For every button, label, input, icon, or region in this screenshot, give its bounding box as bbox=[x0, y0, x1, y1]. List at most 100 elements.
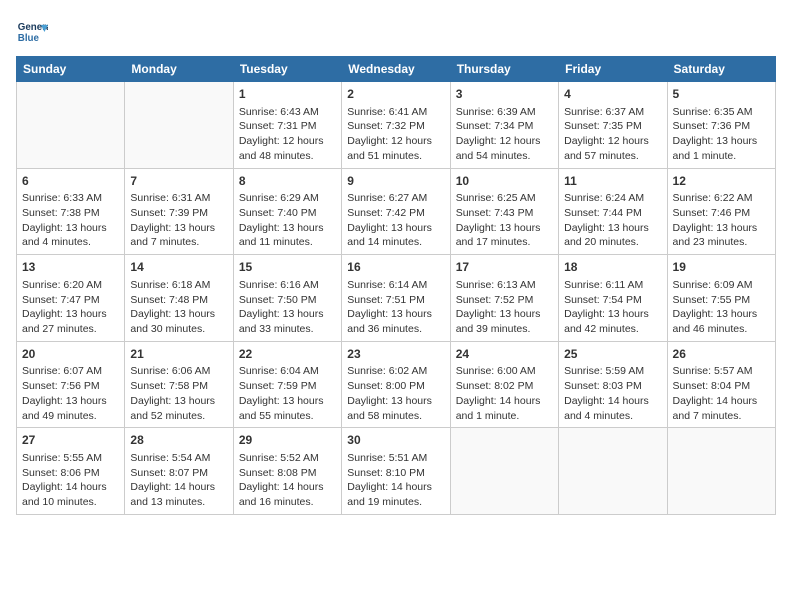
week-row-5: 27Sunrise: 5:55 AMSunset: 8:06 PMDayligh… bbox=[17, 428, 776, 515]
day-info: Daylight: 12 hours and 51 minutes. bbox=[347, 134, 444, 163]
calendar-cell: 21Sunrise: 6:06 AMSunset: 7:58 PMDayligh… bbox=[125, 341, 233, 428]
calendar-cell: 19Sunrise: 6:09 AMSunset: 7:55 PMDayligh… bbox=[667, 255, 775, 342]
calendar-cell: 25Sunrise: 5:59 AMSunset: 8:03 PMDayligh… bbox=[559, 341, 667, 428]
logo-icon: General Blue bbox=[16, 16, 48, 48]
day-info: Daylight: 14 hours and 16 minutes. bbox=[239, 480, 336, 509]
calendar-table: SundayMondayTuesdayWednesdayThursdayFrid… bbox=[16, 56, 776, 515]
day-info: Sunset: 8:02 PM bbox=[456, 379, 553, 394]
day-info: Sunset: 8:00 PM bbox=[347, 379, 444, 394]
day-info: Sunset: 7:51 PM bbox=[347, 293, 444, 308]
day-number: 1 bbox=[239, 86, 336, 103]
day-info: Sunset: 7:42 PM bbox=[347, 206, 444, 221]
day-info: Sunrise: 6:31 AM bbox=[130, 191, 227, 206]
day-number: 30 bbox=[347, 432, 444, 449]
day-info: Sunrise: 6:02 AM bbox=[347, 364, 444, 379]
calendar-cell: 24Sunrise: 6:00 AMSunset: 8:02 PMDayligh… bbox=[450, 341, 558, 428]
day-number: 3 bbox=[456, 86, 553, 103]
day-info: Sunrise: 5:59 AM bbox=[564, 364, 661, 379]
day-info: Sunset: 8:07 PM bbox=[130, 466, 227, 481]
day-info: Sunset: 7:44 PM bbox=[564, 206, 661, 221]
weekday-header-saturday: Saturday bbox=[667, 57, 775, 82]
day-number: 6 bbox=[22, 173, 119, 190]
calendar-cell: 26Sunrise: 5:57 AMSunset: 8:04 PMDayligh… bbox=[667, 341, 775, 428]
day-info: Sunrise: 5:51 AM bbox=[347, 451, 444, 466]
calendar-cell: 10Sunrise: 6:25 AMSunset: 7:43 PMDayligh… bbox=[450, 168, 558, 255]
day-info: Daylight: 12 hours and 57 minutes. bbox=[564, 134, 661, 163]
day-number: 13 bbox=[22, 259, 119, 276]
day-number: 5 bbox=[673, 86, 770, 103]
day-number: 23 bbox=[347, 346, 444, 363]
day-number: 12 bbox=[673, 173, 770, 190]
day-number: 10 bbox=[456, 173, 553, 190]
calendar-cell: 30Sunrise: 5:51 AMSunset: 8:10 PMDayligh… bbox=[342, 428, 450, 515]
day-info: Sunrise: 6:13 AM bbox=[456, 278, 553, 293]
day-info: Daylight: 13 hours and 27 minutes. bbox=[22, 307, 119, 336]
day-info: Daylight: 13 hours and 39 minutes. bbox=[456, 307, 553, 336]
day-info: Daylight: 13 hours and 7 minutes. bbox=[130, 221, 227, 250]
day-info: Sunset: 7:40 PM bbox=[239, 206, 336, 221]
day-info: Sunset: 7:54 PM bbox=[564, 293, 661, 308]
day-info: Daylight: 13 hours and 11 minutes. bbox=[239, 221, 336, 250]
day-info: Sunrise: 6:07 AM bbox=[22, 364, 119, 379]
day-info: Sunrise: 6:00 AM bbox=[456, 364, 553, 379]
calendar-cell: 23Sunrise: 6:02 AMSunset: 8:00 PMDayligh… bbox=[342, 341, 450, 428]
day-info: Daylight: 13 hours and 14 minutes. bbox=[347, 221, 444, 250]
day-info: Sunrise: 6:06 AM bbox=[130, 364, 227, 379]
day-number: 9 bbox=[347, 173, 444, 190]
calendar-cell: 15Sunrise: 6:16 AMSunset: 7:50 PMDayligh… bbox=[233, 255, 341, 342]
calendar-cell: 13Sunrise: 6:20 AMSunset: 7:47 PMDayligh… bbox=[17, 255, 125, 342]
day-info: Sunrise: 6:24 AM bbox=[564, 191, 661, 206]
logo: General Blue bbox=[16, 16, 52, 48]
day-info: Sunrise: 6:39 AM bbox=[456, 105, 553, 120]
day-info: Sunset: 7:36 PM bbox=[673, 119, 770, 134]
day-number: 7 bbox=[130, 173, 227, 190]
day-info: Sunrise: 6:14 AM bbox=[347, 278, 444, 293]
weekday-header-row: SundayMondayTuesdayWednesdayThursdayFrid… bbox=[17, 57, 776, 82]
day-info: Sunset: 7:34 PM bbox=[456, 119, 553, 134]
day-info: Sunrise: 6:04 AM bbox=[239, 364, 336, 379]
day-info: Sunrise: 6:33 AM bbox=[22, 191, 119, 206]
day-info: Sunset: 7:39 PM bbox=[130, 206, 227, 221]
day-number: 20 bbox=[22, 346, 119, 363]
day-info: Sunset: 8:04 PM bbox=[673, 379, 770, 394]
calendar-cell: 7Sunrise: 6:31 AMSunset: 7:39 PMDaylight… bbox=[125, 168, 233, 255]
day-info: Daylight: 13 hours and 4 minutes. bbox=[22, 221, 119, 250]
calendar-cell: 17Sunrise: 6:13 AMSunset: 7:52 PMDayligh… bbox=[450, 255, 558, 342]
day-number: 15 bbox=[239, 259, 336, 276]
day-info: Daylight: 14 hours and 13 minutes. bbox=[130, 480, 227, 509]
weekday-header-thursday: Thursday bbox=[450, 57, 558, 82]
weekday-header-friday: Friday bbox=[559, 57, 667, 82]
day-info: Daylight: 13 hours and 23 minutes. bbox=[673, 221, 770, 250]
weekday-header-wednesday: Wednesday bbox=[342, 57, 450, 82]
day-number: 21 bbox=[130, 346, 227, 363]
weekday-header-sunday: Sunday bbox=[17, 57, 125, 82]
day-info: Sunset: 7:56 PM bbox=[22, 379, 119, 394]
day-info: Sunrise: 5:57 AM bbox=[673, 364, 770, 379]
day-info: Sunset: 7:43 PM bbox=[456, 206, 553, 221]
day-number: 29 bbox=[239, 432, 336, 449]
calendar-cell: 9Sunrise: 6:27 AMSunset: 7:42 PMDaylight… bbox=[342, 168, 450, 255]
calendar-cell: 8Sunrise: 6:29 AMSunset: 7:40 PMDaylight… bbox=[233, 168, 341, 255]
week-row-3: 13Sunrise: 6:20 AMSunset: 7:47 PMDayligh… bbox=[17, 255, 776, 342]
day-info: Daylight: 13 hours and 17 minutes. bbox=[456, 221, 553, 250]
day-number: 19 bbox=[673, 259, 770, 276]
day-info: Sunset: 7:32 PM bbox=[347, 119, 444, 134]
day-info: Sunrise: 6:20 AM bbox=[22, 278, 119, 293]
day-number: 28 bbox=[130, 432, 227, 449]
day-number: 16 bbox=[347, 259, 444, 276]
day-info: Sunrise: 6:18 AM bbox=[130, 278, 227, 293]
calendar-cell bbox=[125, 82, 233, 169]
day-info: Sunset: 7:55 PM bbox=[673, 293, 770, 308]
day-info: Sunset: 7:59 PM bbox=[239, 379, 336, 394]
day-number: 11 bbox=[564, 173, 661, 190]
day-info: Daylight: 14 hours and 19 minutes. bbox=[347, 480, 444, 509]
day-info: Sunset: 7:31 PM bbox=[239, 119, 336, 134]
day-info: Daylight: 13 hours and 30 minutes. bbox=[130, 307, 227, 336]
day-number: 4 bbox=[564, 86, 661, 103]
day-number: 17 bbox=[456, 259, 553, 276]
week-row-4: 20Sunrise: 6:07 AMSunset: 7:56 PMDayligh… bbox=[17, 341, 776, 428]
calendar-cell: 28Sunrise: 5:54 AMSunset: 8:07 PMDayligh… bbox=[125, 428, 233, 515]
calendar-cell: 2Sunrise: 6:41 AMSunset: 7:32 PMDaylight… bbox=[342, 82, 450, 169]
calendar-cell: 5Sunrise: 6:35 AMSunset: 7:36 PMDaylight… bbox=[667, 82, 775, 169]
calendar-cell: 1Sunrise: 6:43 AMSunset: 7:31 PMDaylight… bbox=[233, 82, 341, 169]
